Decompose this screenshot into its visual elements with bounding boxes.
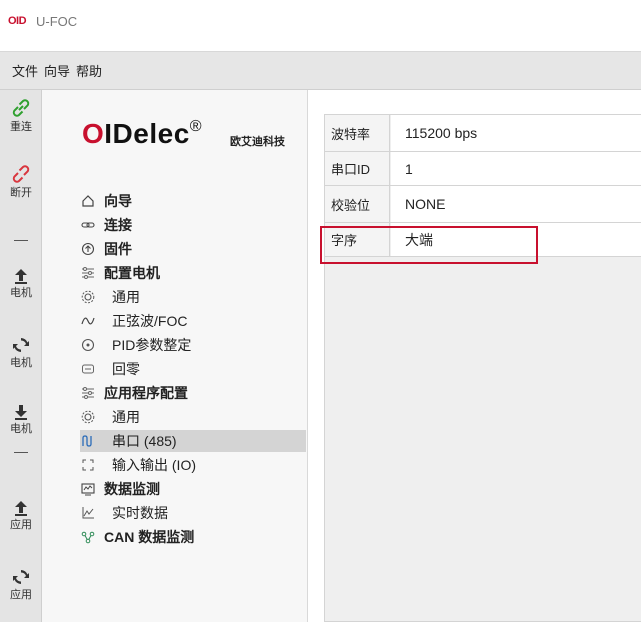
nav-label: 配置电机 (104, 265, 160, 281)
disconnect-label: 断开 (10, 187, 32, 199)
gear-icon (80, 289, 96, 305)
nav-label: 通用 (112, 289, 140, 305)
serial-icon (80, 433, 96, 449)
app-upload-button[interactable]: 应用 (0, 498, 42, 532)
nav-io[interactable]: 输入输出 (IO) (80, 454, 306, 476)
io-icon (80, 457, 96, 473)
toolbar-separator (0, 240, 42, 241)
nav-label: 连接 (104, 217, 132, 233)
tune-icon (80, 337, 96, 353)
refresh-icon (13, 570, 29, 584)
nav-label: 固件 (104, 241, 132, 257)
brand-logo: OIDelec® (82, 118, 203, 149)
serial-id-field[interactable]: 1 (391, 152, 641, 185)
app-refresh-label: 应用 (10, 589, 32, 601)
nav-connect[interactable]: 连接 (80, 214, 306, 236)
nav-app-config[interactable]: 应用程序配置 (80, 382, 306, 404)
refresh-icon (13, 338, 29, 352)
link-icon (12, 99, 30, 117)
home-icon (80, 193, 96, 209)
setting-label: 校验位 (325, 186, 390, 222)
wave-icon (80, 313, 96, 329)
sliders-icon (80, 265, 96, 281)
menu-file[interactable]: 文件 (12, 61, 38, 80)
nav-can-monitor[interactable]: CAN 数据监测 (80, 526, 306, 548)
setting-row-serial-id: 串口ID 1 (325, 152, 641, 186)
nav-motor-general[interactable]: 通用 (80, 286, 306, 308)
monitor-icon (80, 481, 96, 497)
nav-label: 输入输出 (IO) (112, 457, 196, 473)
upload-icon (15, 501, 27, 516)
serial-settings-table: 波特率 115200 bps 串口ID 1 校验位 NONE 字序 大端 (324, 114, 641, 622)
app-logo: OID (8, 15, 27, 27)
brand-subtitle: 欧艾迪科技 (230, 136, 285, 148)
setting-label: 波特率 (325, 115, 390, 151)
nav-firmware[interactable]: 固件 (80, 238, 306, 260)
highlight-box (320, 226, 538, 264)
baudrate-field[interactable]: 115200 bps (391, 115, 641, 151)
nav-pid-tuning[interactable]: PID参数整定 (80, 334, 306, 356)
motor-refresh-label: 电机 (10, 357, 32, 369)
nav-sine-foc[interactable]: 正弦波/FOC (80, 310, 306, 332)
menu-wizard[interactable]: 向导 (44, 61, 70, 80)
upload-icon (15, 269, 27, 284)
nav-label: 向导 (104, 193, 132, 209)
motor-upload-button[interactable]: 电机 (0, 266, 42, 300)
gear-icon (80, 409, 96, 425)
sidebar: OIDelec® 欧艾迪科技 向导 连接 固件 配置电机 通用 正弦波/FOC … (42, 90, 308, 622)
nav-wizard[interactable]: 向导 (80, 190, 306, 212)
app-upload-label: 应用 (10, 519, 32, 531)
reconnect-label: 重连 (10, 121, 32, 133)
nav-realtime-data[interactable]: 实时数据 (80, 502, 306, 524)
motor-refresh-button[interactable]: 电机 (0, 334, 42, 370)
can-icon (80, 529, 96, 545)
window-title: U-FOC (36, 14, 78, 29)
motor-upload-label: 电机 (10, 287, 32, 299)
nav-label: 应用程序配置 (104, 385, 188, 401)
nav-label: 实时数据 (112, 505, 168, 521)
parity-field[interactable]: NONE (391, 186, 641, 222)
toolbar-separator (0, 452, 42, 453)
nav-homing[interactable]: 回零 (80, 358, 306, 380)
motor-download-button[interactable]: 电机 (0, 402, 42, 436)
nav-label: 回零 (112, 361, 140, 377)
nav-label: CAN 数据监测 (104, 529, 195, 545)
setting-row-baudrate: 波特率 115200 bps (325, 115, 641, 152)
setting-label: 串口ID (325, 152, 390, 185)
disconnect-button[interactable]: 断开 (0, 162, 42, 200)
setting-row-parity: 校验位 NONE (325, 186, 641, 223)
link-icon (80, 217, 96, 233)
menu-help[interactable]: 帮助 (76, 61, 102, 80)
title-bar: OID U-FOC (0, 0, 641, 52)
nav-motor-config[interactable]: 配置电机 (80, 262, 306, 284)
unlink-icon (12, 165, 30, 183)
chip-icon (80, 241, 96, 257)
nav-label: 串口 (485) (112, 433, 177, 449)
nav-data-monitor[interactable]: 数据监测 (80, 478, 306, 500)
reconnect-button[interactable]: 重连 (0, 96, 42, 134)
chart-icon (80, 505, 96, 521)
sliders-icon (80, 385, 96, 401)
nav-label: PID参数整定 (112, 337, 192, 353)
motor-download-label: 电机 (10, 423, 32, 435)
nav-label: 通用 (112, 409, 140, 425)
download-icon (15, 405, 27, 420)
content-area: 波特率 115200 bps 串口ID 1 校验位 NONE 字序 大端 (308, 90, 641, 622)
side-toolbar: 重连 断开 电机 电机 电机 应用 应用 (0, 90, 42, 622)
nav-serial-485[interactable]: 串口 (485) (80, 430, 306, 452)
nav-label: 正弦波/FOC (112, 313, 188, 329)
nav-label: 数据监测 (104, 481, 160, 497)
app-refresh-button[interactable]: 应用 (0, 566, 42, 602)
return-icon (80, 361, 96, 377)
menu-bar: 文件 向导 帮助 (0, 52, 641, 90)
nav-app-general[interactable]: 通用 (80, 406, 306, 428)
